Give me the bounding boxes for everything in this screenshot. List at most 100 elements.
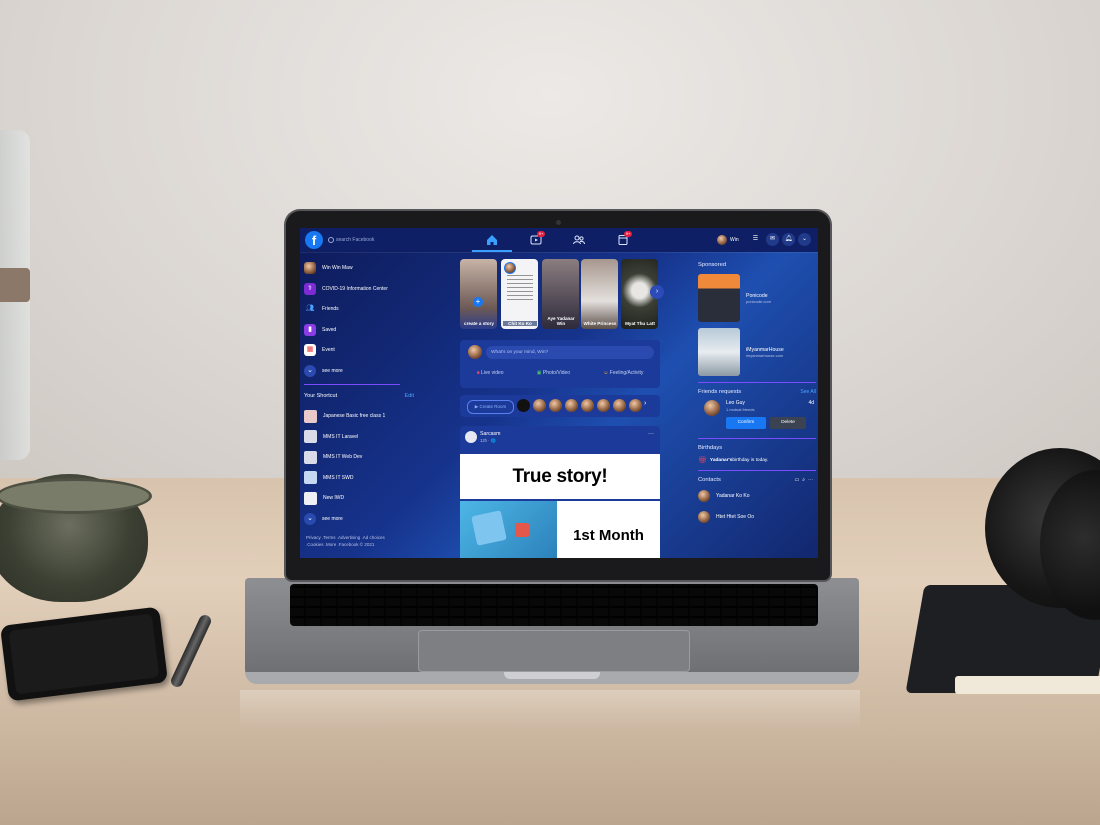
sidebar-item-profile[interactable]: Win Win Maw bbox=[304, 258, 400, 279]
more-options-icon[interactable]: ⋯ bbox=[808, 477, 816, 483]
trackpad bbox=[418, 630, 690, 672]
edit-shortcuts-link[interactable]: Edit bbox=[405, 393, 414, 399]
home-icon[interactable] bbox=[485, 233, 499, 247]
composer-actions: ■ Live video ▣ Photo/Video ☺ Feeling/Act… bbox=[460, 370, 660, 376]
feeling-activity-button[interactable]: ☺ Feeling/Activity bbox=[603, 370, 643, 376]
notebook-pages bbox=[955, 676, 1100, 694]
room-avatar[interactable] bbox=[533, 399, 546, 412]
see-all-link[interactable]: See All bbox=[800, 389, 816, 395]
covid-icon: ⚕ bbox=[304, 282, 316, 295]
home-tab-indicator bbox=[472, 250, 512, 252]
ad-image bbox=[698, 274, 740, 322]
request-time: 4d bbox=[808, 400, 814, 406]
sidebar-item-label: Saved bbox=[322, 326, 337, 333]
laptop-notch bbox=[504, 672, 600, 679]
contact-item[interactable]: Htet Htet Soe Oo bbox=[698, 507, 816, 528]
story-text-lines bbox=[507, 275, 533, 303]
phone-screen bbox=[8, 613, 160, 695]
confirm-button[interactable]: Confirm bbox=[726, 417, 766, 429]
create-room-button[interactable]: ▶ Create Room bbox=[467, 400, 514, 414]
room-avatar[interactable] bbox=[565, 399, 578, 412]
post-composer: What's on your mind, Win? ■ Live video ▣… bbox=[460, 340, 660, 388]
contact-name: Yadanar Ko Ko bbox=[716, 493, 750, 500]
meme-caption: True story! bbox=[460, 454, 660, 499]
action-label: Photo/Video bbox=[542, 370, 571, 376]
avatar bbox=[698, 490, 710, 503]
photo-video-button[interactable]: ▣ Photo/Video bbox=[537, 370, 570, 376]
room-avatar[interactable] bbox=[613, 399, 626, 412]
avatar[interactable] bbox=[704, 400, 720, 416]
chevron-down-icon[interactable]: ⌄ bbox=[798, 233, 811, 246]
sidebar-see-more[interactable]: ⌄ see more bbox=[304, 361, 400, 382]
create-story-card[interactable]: + create a story bbox=[460, 259, 497, 329]
watch-badge: 9+ bbox=[537, 231, 545, 237]
room-avatar[interactable] bbox=[549, 399, 562, 412]
meme-caption: 1st Month bbox=[557, 501, 660, 558]
menu-icon[interactable]: ☰ bbox=[749, 233, 762, 246]
avatar bbox=[717, 235, 727, 245]
group-thumbnail bbox=[304, 491, 317, 505]
shortcut-item[interactable]: MMS IT SWD bbox=[304, 468, 385, 489]
messenger-icon[interactable]: ✉ bbox=[766, 233, 779, 246]
left-sidebar: Win Win Maw ⚕ COVID-19 Information Cente… bbox=[304, 258, 400, 381]
sidebar-item-saved[interactable]: ▮ Saved bbox=[304, 320, 400, 341]
room-avatar[interactable] bbox=[517, 399, 530, 412]
bookmark-icon: ▮ bbox=[304, 323, 316, 336]
ad-url: imyanmarhouse.com bbox=[746, 352, 784, 358]
webcam bbox=[556, 220, 561, 225]
screen-photo bbox=[471, 510, 507, 546]
laptop-screen: f search Facebook 9+ 9+ Win ☰ ✉ 🔔︎ ⌄ Win… bbox=[300, 228, 818, 558]
bell-icon[interactable]: 🔔︎ bbox=[782, 233, 795, 246]
room-avatar[interactable] bbox=[581, 399, 594, 412]
search-input[interactable]: search Facebook bbox=[326, 234, 416, 246]
room-avatar[interactable] bbox=[597, 399, 610, 412]
story-label: White Princess bbox=[583, 321, 617, 326]
friends-nav-icon[interactable] bbox=[572, 233, 586, 247]
request-name[interactable]: Leo Guy bbox=[726, 400, 745, 406]
group-thumbnail bbox=[304, 471, 317, 485]
avatar bbox=[304, 262, 316, 275]
shortcut-item[interactable]: New IWD bbox=[304, 488, 385, 509]
room-avatar[interactable] bbox=[629, 399, 642, 412]
action-label: Feeling/Activity bbox=[609, 370, 644, 376]
action-label: Live video bbox=[481, 370, 504, 376]
story-card[interactable]: Aye Yadanar Win bbox=[542, 259, 579, 329]
mutual-friends: 1 mutual friends bbox=[726, 407, 755, 412]
shortcut-label: MMS IT SWD bbox=[323, 474, 354, 481]
shortcut-item[interactable]: Japanese Basic free class 1 bbox=[304, 406, 385, 427]
shortcut-item[interactable]: MMS IT Web Dev bbox=[304, 447, 385, 468]
top-navigation-bar: f search Facebook 9+ 9+ Win ☰ ✉ 🔔︎ ⌄ bbox=[300, 228, 818, 252]
profile-shortcut[interactable]: Win bbox=[717, 235, 739, 245]
ad-url: ponicode.com bbox=[746, 298, 771, 304]
group-thumbnail bbox=[304, 450, 317, 464]
sidebar-item-friends[interactable]: 👥︎ Friends bbox=[304, 299, 400, 320]
composer-input[interactable]: What's on your mind, Win? bbox=[486, 346, 654, 359]
shortcut-item[interactable]: MMS IT Laravel bbox=[304, 427, 385, 448]
gift-icon: 🎁︎ bbox=[698, 457, 707, 464]
facebook-logo[interactable]: f bbox=[305, 231, 323, 249]
vase-band bbox=[0, 268, 30, 302]
sidebar-item-covid[interactable]: ⚕ COVID-19 Information Center bbox=[304, 279, 400, 300]
more-options-icon[interactable]: ··· bbox=[648, 431, 654, 437]
shortcut-see-more[interactable]: ⌄ see more bbox=[304, 509, 385, 530]
story-card[interactable]: Chit Ko Ko bbox=[501, 259, 538, 329]
birthday-notice: 🎁︎ Yadanar's birthday is today. bbox=[698, 456, 816, 464]
footer-links[interactable]: Privacy .Terms .Advertising .Ad choices … bbox=[306, 534, 398, 548]
post-author[interactable]: Sarcasm bbox=[480, 431, 500, 437]
page-avatar[interactable] bbox=[465, 431, 477, 443]
sponsored-ad[interactable]: Ponicode ponicode.com bbox=[698, 274, 816, 322]
laptop-keyboard bbox=[290, 584, 818, 626]
sidebar-item-event[interactable]: ▦ Event bbox=[304, 340, 400, 361]
live-video-button[interactable]: ■ Live video bbox=[477, 370, 504, 376]
story-card[interactable]: White Princess bbox=[581, 259, 618, 329]
sponsored-ad[interactable]: iMyanmarHouse imyanmarhouse.com bbox=[698, 328, 816, 376]
stories-next-icon[interactable]: › bbox=[650, 285, 664, 299]
sidebar-item-label: COVID-19 Information Center bbox=[322, 285, 388, 292]
contact-item[interactable]: Yadanar Ko Ko bbox=[698, 486, 816, 507]
rooms-next-icon[interactable]: › bbox=[644, 400, 646, 407]
pages-badge: 9+ bbox=[624, 231, 632, 237]
birthday-person[interactable]: Yadanar's bbox=[710, 458, 732, 463]
rooms-bar: ▶ Create Room › bbox=[460, 395, 660, 417]
section-divider bbox=[698, 438, 816, 439]
delete-button[interactable]: Delete bbox=[770, 417, 806, 429]
